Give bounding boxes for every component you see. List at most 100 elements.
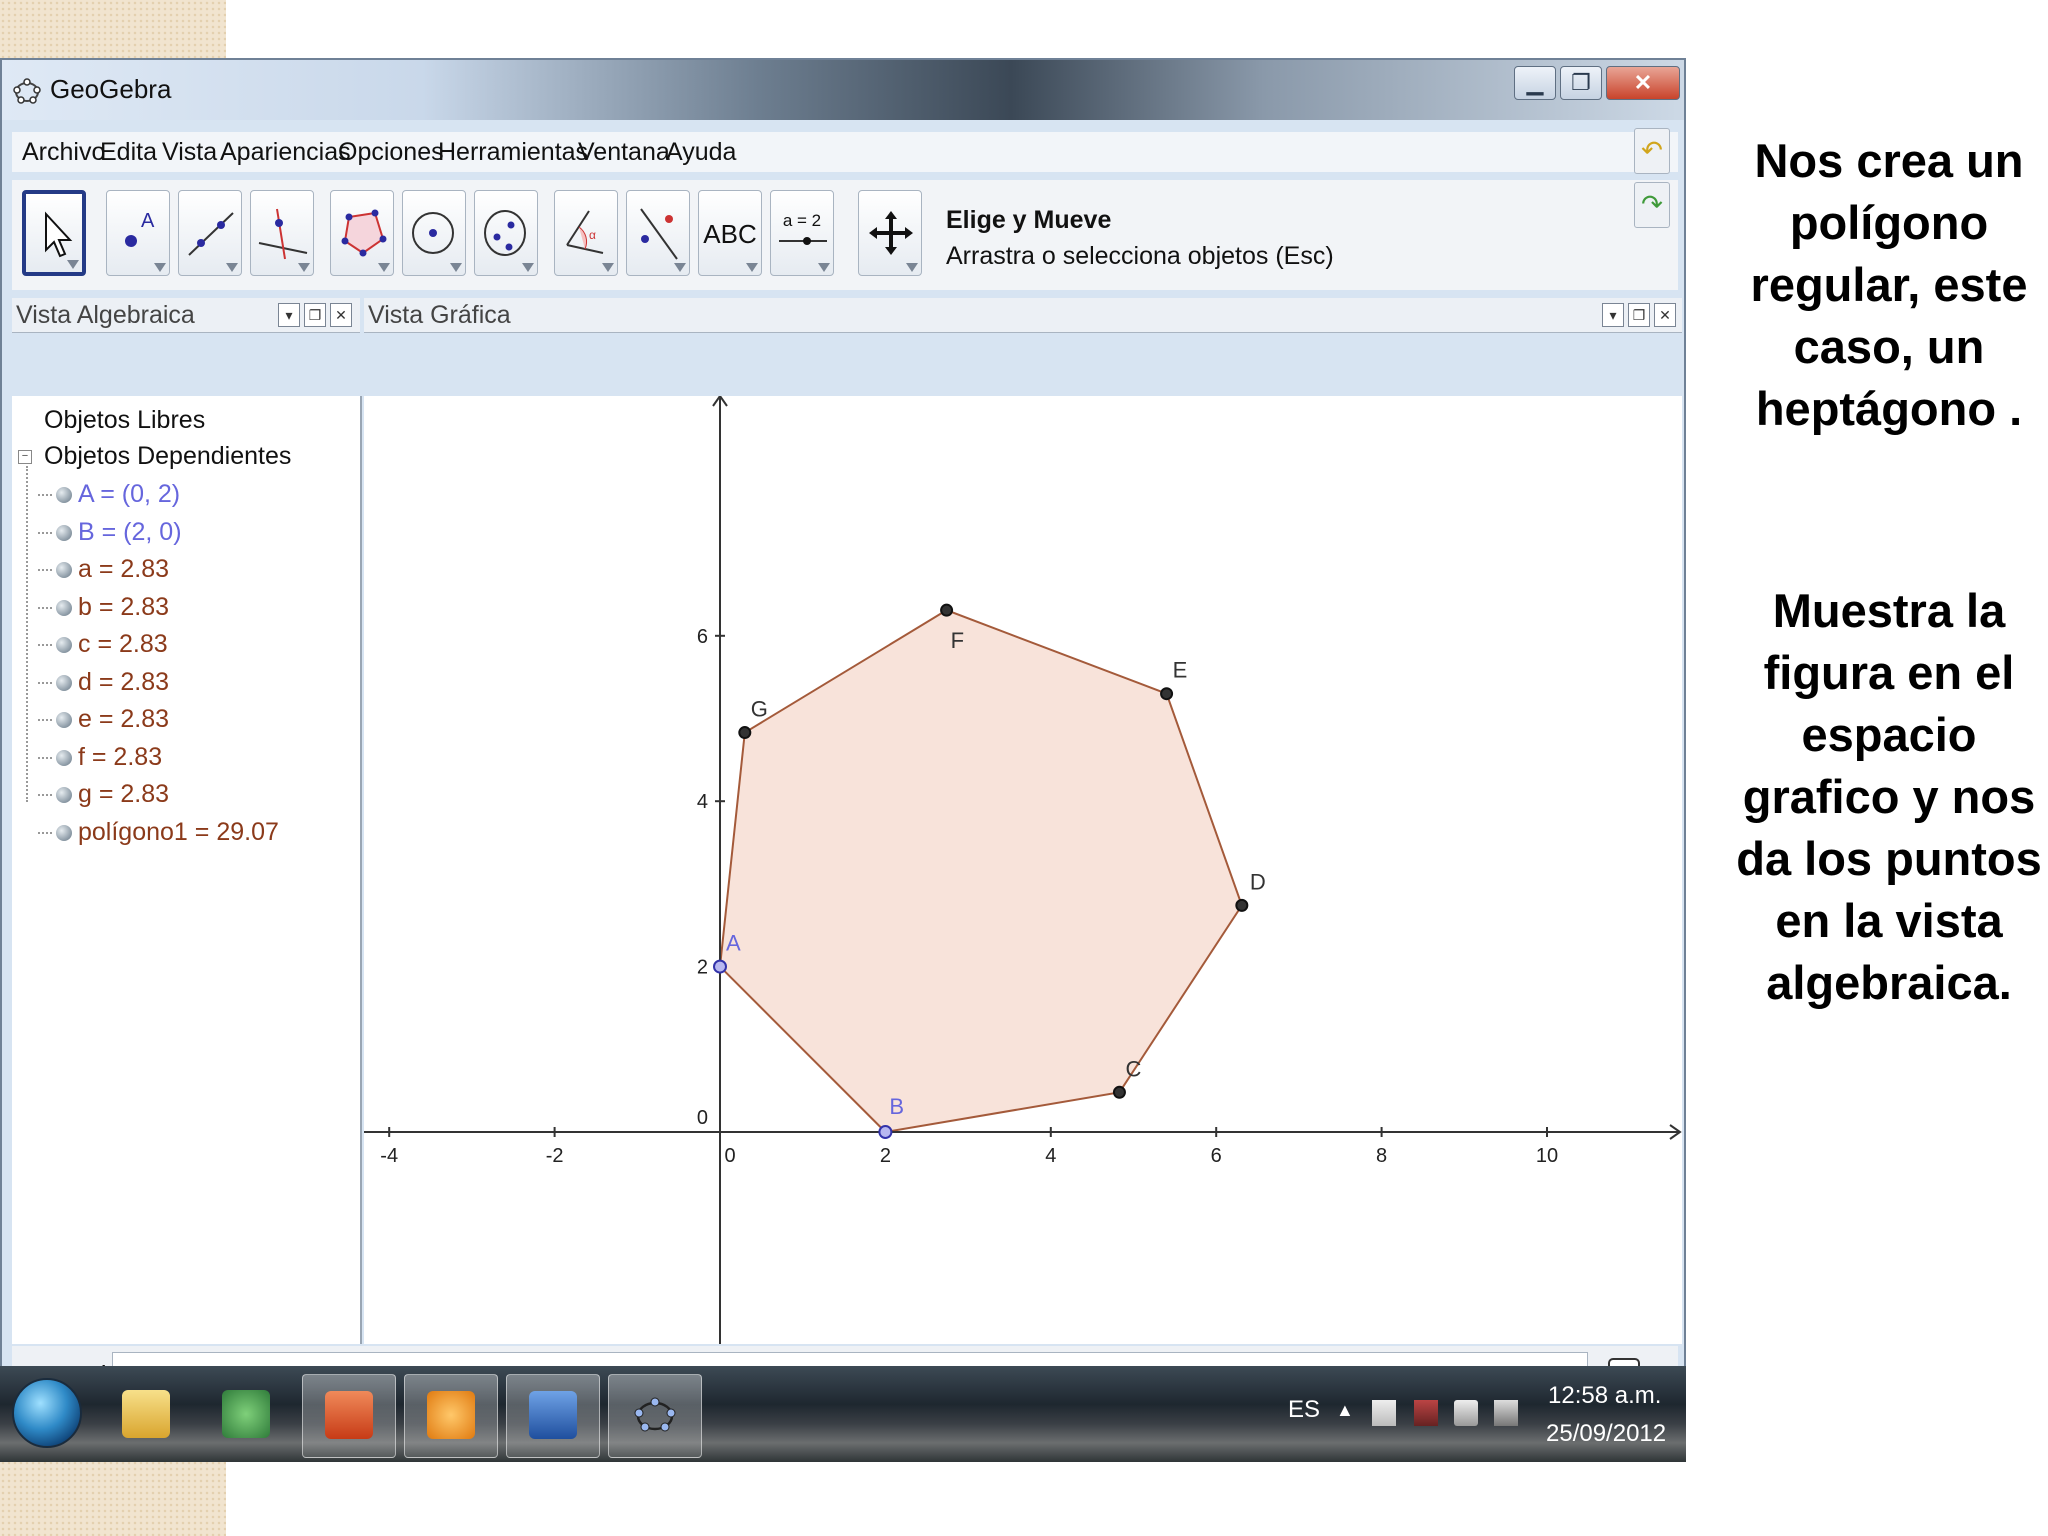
line-icon	[188, 212, 234, 256]
visibility-toggle-icon[interactable]	[56, 712, 72, 729]
tree-connector	[26, 466, 28, 802]
taskbar-messenger[interactable]	[200, 1374, 292, 1456]
menu-ayuda[interactable]: Ayuda	[666, 138, 736, 167]
line-tool[interactable]	[178, 190, 242, 276]
menu-vista[interactable]: Vista	[162, 138, 217, 167]
dependent-objects-node[interactable]: Objetos Dependientes	[44, 442, 291, 471]
point-d[interactable]	[1235, 898, 1249, 912]
algebra-item-text: e = 2.83	[78, 705, 170, 733]
redo-icon[interactable]: ↷	[1634, 182, 1670, 228]
visibility-toggle-icon[interactable]	[56, 787, 72, 804]
circle-center-icon	[412, 212, 454, 254]
visibility-toggle-icon[interactable]	[56, 637, 72, 654]
menu-ventana[interactable]: Ventana	[578, 138, 670, 167]
algebra-item[interactable]: polígono1 = 29.07	[38, 818, 279, 847]
slider-tool[interactable]: a = 2	[770, 190, 834, 276]
panel-menu-icon[interactable]: ▾	[278, 303, 300, 327]
menu-opciones[interactable]: Opciones	[338, 138, 444, 167]
power-icon[interactable]	[1494, 1400, 1518, 1426]
text-tool[interactable]: ABC	[698, 190, 762, 276]
action-center-flag-icon[interactable]	[1372, 1400, 1396, 1426]
taskbar-powerpoint[interactable]	[302, 1374, 396, 1458]
folder-icon	[122, 1390, 170, 1438]
decorative-corner-top	[0, 0, 226, 60]
start-button[interactable]	[12, 1378, 82, 1448]
collapse-icon[interactable]: −	[18, 450, 32, 464]
menu-archivo[interactable]: Archivo	[22, 138, 105, 167]
algebra-item-text: B = (2, 0)	[78, 517, 182, 546]
point-b[interactable]	[878, 1125, 893, 1139]
panel-undock-icon[interactable]: ❐	[1628, 303, 1650, 327]
algebra-view-header: Vista Algebraica ▾ ❐ ✕	[12, 298, 360, 333]
clock-time[interactable]: 12:58 a.m.	[1548, 1382, 1661, 1410]
language-indicator[interactable]: ES	[1288, 1396, 1320, 1424]
point-e[interactable]	[1160, 687, 1174, 701]
algebra-item[interactable]: g = 2.83	[38, 780, 169, 809]
clock-date[interactable]: 25/09/2012	[1546, 1420, 1666, 1448]
taskbar-explorer[interactable]	[100, 1374, 192, 1456]
visibility-toggle-icon[interactable]	[56, 487, 72, 504]
algebra-item[interactable]: d = 2.83	[38, 668, 169, 697]
taskbar-word[interactable]	[506, 1374, 600, 1458]
menu-apariencias[interactable]: Apariencias	[220, 138, 351, 167]
free-objects-node[interactable]: Objetos Libres	[44, 406, 205, 435]
reflect-tool[interactable]	[626, 190, 690, 276]
tree-connector	[38, 794, 52, 797]
show-hidden-icons-icon[interactable]: ▲	[1336, 1400, 1354, 1421]
algebra-item[interactable]: A = (0, 2)	[38, 480, 180, 509]
point-a[interactable]	[713, 959, 727, 974]
maximize-button[interactable]: ❐	[1560, 66, 1602, 100]
ellipse-tool[interactable]	[474, 190, 538, 276]
point-label-c: C	[1125, 1056, 1141, 1081]
tree-connector	[38, 719, 52, 722]
algebra-item[interactable]: f = 2.83	[38, 743, 162, 772]
menu-edita[interactable]: Edita	[100, 138, 157, 167]
algebra-item[interactable]: a = 2.83	[38, 555, 169, 584]
visibility-toggle-icon[interactable]	[56, 524, 72, 541]
volume-icon[interactable]	[1454, 1400, 1478, 1426]
title-bar[interactable]: GeoGebra ▁ ❐ ✕	[2, 60, 1684, 120]
media-player-icon	[427, 1391, 475, 1439]
panel-undock-icon[interactable]: ❐	[304, 303, 326, 327]
point-tool[interactable]: A	[106, 190, 170, 276]
y-tick-label: 6	[697, 626, 708, 648]
undo-icon[interactable]: ↶	[1634, 128, 1670, 174]
graphics-view[interactable]: -4 -2 0 2 4 6 8 10 0 2 4 6 A B C D E F G	[364, 396, 1682, 1344]
visibility-toggle-icon[interactable]	[56, 824, 72, 841]
x-tick-label: 10	[1536, 1145, 1558, 1167]
point-f[interactable]	[940, 603, 954, 617]
visibility-toggle-icon[interactable]	[56, 749, 72, 766]
svg-text:A: A	[141, 210, 155, 232]
powerpoint-icon	[325, 1391, 373, 1439]
move-tool[interactable]	[22, 190, 86, 276]
taskbar: ES ▲ 12:58 a.m. 25/09/2012	[0, 1366, 1686, 1462]
taskbar-media-player[interactable]	[404, 1374, 498, 1458]
polygon-tool[interactable]	[330, 190, 394, 276]
move-view-tool[interactable]	[858, 190, 922, 276]
circle-tool[interactable]	[402, 190, 466, 276]
taskbar-geogebra[interactable]	[608, 1374, 702, 1458]
visibility-toggle-icon[interactable]	[56, 599, 72, 616]
panel-menu-icon[interactable]: ▾	[1602, 303, 1624, 327]
point-c[interactable]	[1112, 1085, 1126, 1099]
menu-herramientas[interactable]: Herramientas	[438, 138, 588, 167]
visibility-toggle-icon[interactable]	[56, 562, 72, 579]
visibility-toggle-icon[interactable]	[56, 674, 72, 691]
network-icon[interactable]	[1414, 1400, 1438, 1426]
panel-close-icon[interactable]: ✕	[1654, 303, 1676, 327]
minimize-button[interactable]: ▁	[1514, 66, 1556, 100]
graphics-canvas[interactable]: -4 -2 0 2 4 6 8 10 0 2 4 6 A B C D E F G	[364, 396, 1682, 1344]
algebra-item[interactable]: b = 2.83	[38, 593, 169, 622]
point-g[interactable]	[738, 726, 752, 740]
text-tool-label: ABC	[703, 219, 757, 249]
algebra-item[interactable]: B = (2, 0)	[38, 518, 182, 547]
perpendicular-line-tool[interactable]	[250, 190, 314, 276]
reflect-icon	[640, 208, 678, 260]
caption-paragraph-1: Nos crea un polígono regular, este caso,…	[1750, 134, 2028, 435]
algebra-item[interactable]: c = 2.83	[38, 630, 168, 659]
angle-tool[interactable]: α	[554, 190, 618, 276]
messenger-icon	[222, 1390, 270, 1438]
panel-close-icon[interactable]: ✕	[330, 303, 352, 327]
algebra-item[interactable]: e = 2.83	[38, 705, 169, 734]
close-button[interactable]: ✕	[1606, 66, 1680, 100]
